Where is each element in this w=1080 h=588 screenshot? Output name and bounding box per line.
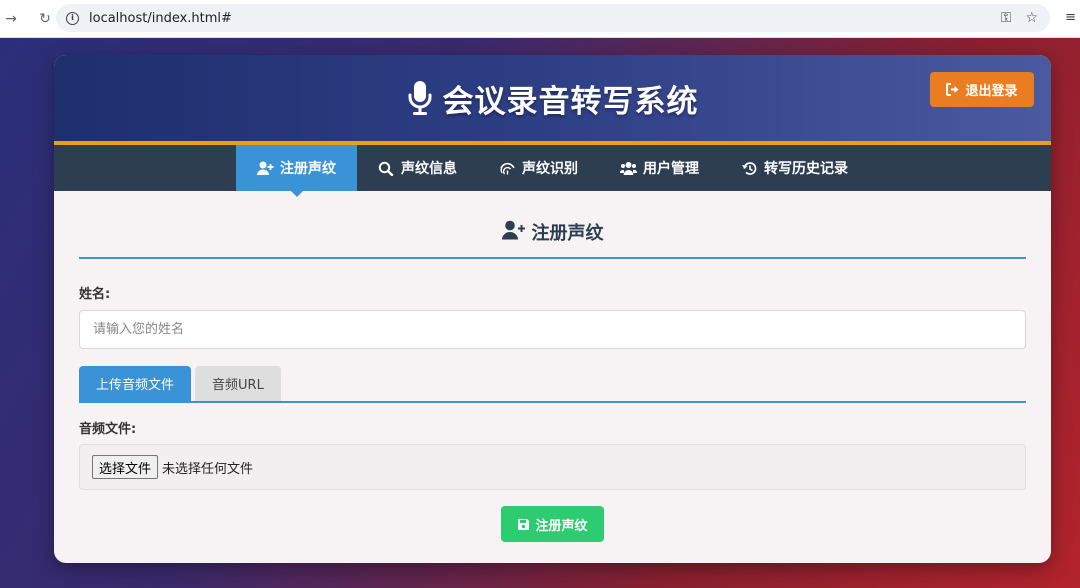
submit-label: 注册声纹 — [535, 518, 588, 534]
title-wrap: 会议录音转写系统 — [407, 76, 699, 121]
bookmark-star-icon[interactable]: ☆ — [1025, 10, 1038, 26]
nav-label: 注册声纹 — [280, 161, 336, 177]
back-arrow-icon[interactable]: → — [0, 11, 22, 27]
app-header: 会议录音转写系统 退出登录 — [54, 55, 1051, 145]
section-title: 注册声纹 — [79, 219, 1026, 259]
reload-icon[interactable]: ↻ — [34, 11, 56, 27]
site-info-icon[interactable]: i — [66, 11, 79, 25]
users-icon — [620, 161, 637, 175]
name-label: 姓名: — [79, 287, 111, 302]
submit-wrap: 注册声纹 — [79, 506, 1026, 542]
microphone-icon — [408, 81, 431, 115]
no-file-text: 未选择任何文件 — [162, 461, 254, 477]
nav-item-voiceprint-info[interactable]: 声纹信息 — [357, 145, 478, 191]
app-container: 会议录音转写系统 退出登录 注册声纹 声纹信息 声纹识别 用户管理 转写历史记录… — [54, 55, 1051, 563]
audio-file-label: 音频文件: — [79, 422, 137, 437]
section-title-text: 注册声纹 — [531, 223, 604, 244]
file-input-box: 选择文件 未选择任何文件 — [79, 444, 1026, 490]
sign-out-icon — [946, 83, 959, 96]
search-icon — [378, 161, 394, 176]
key-icon[interactable]: ⚿ — [1001, 10, 1012, 26]
logout-label: 退出登录 — [965, 84, 1018, 99]
register-voiceprint-button[interactable]: 注册声纹 — [501, 506, 604, 542]
register-panel: 注册声纹 姓名: 上传音频文件 音频URL 音频文件: 选择文件 未选择任何文件… — [54, 219, 1051, 542]
name-input[interactable] — [79, 310, 1026, 349]
reading-list-icon[interactable]: ≡ — [1065, 10, 1076, 25]
tab-upload-audio-file[interactable]: 上传音频文件 — [79, 366, 192, 401]
history-icon — [742, 161, 757, 175]
tab-audio-url[interactable]: 音频URL — [195, 366, 281, 401]
nav-label: 转写历史记录 — [764, 161, 848, 177]
nav-item-transcription-history[interactable]: 转写历史记录 — [720, 145, 869, 191]
nav-label: 用户管理 — [643, 161, 699, 177]
fingerprint-icon — [500, 162, 515, 174]
nav-label: 声纹信息 — [401, 161, 457, 177]
upload-method-tabs: 上传音频文件 音频URL — [79, 366, 1026, 403]
url-text: localhost/index.html# — [89, 10, 232, 26]
nav-label: 声纹识别 — [522, 161, 578, 177]
user-plus-icon — [257, 161, 274, 175]
nav-item-user-management[interactable]: 用户管理 — [599, 145, 720, 191]
logout-button[interactable]: 退出登录 — [930, 72, 1034, 107]
user-plus-icon — [501, 220, 525, 240]
nav-item-voiceprint-recognition[interactable]: 声纹识别 — [478, 145, 599, 191]
main-nav: 注册声纹 声纹信息 声纹识别 用户管理 转写历史记录 — [54, 145, 1051, 197]
address-bar[interactable]: i localhost/index.html# ⚿ ☆ — [56, 4, 1050, 32]
page-title: 会议录音转写系统 — [442, 83, 699, 120]
choose-file-button[interactable]: 选择文件 — [92, 455, 159, 479]
browser-toolbar: → ↻ i localhost/index.html# ⚿ ☆ ≡ — [0, 0, 1080, 38]
save-icon — [518, 518, 530, 530]
nav-item-register-voiceprint[interactable]: 注册声纹 — [236, 145, 357, 197]
